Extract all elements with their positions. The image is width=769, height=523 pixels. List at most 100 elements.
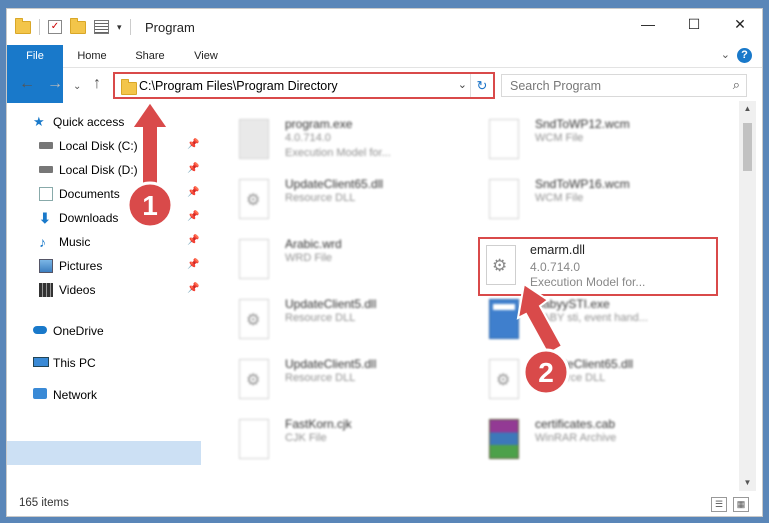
- dll-gear-icon: [486, 245, 516, 285]
- file-description: Execution Model for...: [285, 147, 391, 159]
- file-name: program.exe: [285, 117, 353, 131]
- list-item[interactable]: Arabic.wrd WRD File: [215, 233, 445, 291]
- search-placeholder: Search Program: [510, 79, 602, 93]
- details-view-icon[interactable]: ☰: [711, 497, 727, 512]
- forward-button[interactable]: →: [47, 75, 63, 93]
- file-description: Execution Model for...: [530, 275, 646, 289]
- file-type: WCM File: [535, 132, 584, 144]
- sidebar-item-label: Pictures: [59, 259, 103, 273]
- file-name: UpdateClient65.dll: [285, 177, 384, 191]
- search-icon[interactable]: ⌕: [733, 77, 740, 93]
- star-icon: ★: [33, 114, 45, 129]
- sidebar-item-label: Local Disk (D:): [59, 163, 138, 177]
- pin-icon[interactable]: 📌: [187, 259, 199, 270]
- list-item[interactable]: BabyySTI.exe BABY sti, event hand...: [465, 293, 695, 351]
- address-path[interactable]: C:\Program Files\Program Directory: [139, 79, 338, 93]
- file-type: WinRAR Archive: [535, 432, 617, 444]
- address-bar[interactable]: C:\Program Files\Program Directory ⌄ ↻: [113, 72, 495, 99]
- large-icons-view-icon[interactable]: ▦: [733, 497, 749, 512]
- item-count: 165 items: [19, 497, 69, 509]
- file-version: 4.0.714.0: [530, 260, 581, 274]
- navigation-bar: ← → ⌄ ↑ C:\Program Files\Program Directo…: [7, 69, 762, 101]
- quick-access-toolbar: ✓ ▾: [15, 17, 131, 35]
- pin-icon[interactable]: 📌: [187, 235, 199, 246]
- highlighted-file-emarm-dll[interactable]: emarm.dll 4.0.714.0 Execution Model for.…: [478, 237, 718, 296]
- list-item[interactable]: UpdateClient5.dll Resource DLL: [215, 353, 445, 411]
- file-name: emarm.dll: [530, 243, 585, 257]
- list-item[interactable]: program.exe 4.0.714.0 Execution Model fo…: [215, 113, 445, 171]
- properties-icon[interactable]: [94, 20, 109, 34]
- customize-toolbar-dropdown-icon[interactable]: ▾: [117, 22, 122, 33]
- sidebar-item-label: Network: [53, 388, 98, 402]
- file-type: Resource DLL: [535, 372, 606, 384]
- back-button[interactable]: ←: [19, 75, 35, 93]
- address-dropdown-icon[interactable]: ⌄: [458, 78, 467, 91]
- drive-icon: [39, 142, 53, 149]
- cloud-icon: [33, 326, 47, 334]
- close-button[interactable]: ✕: [717, 9, 763, 39]
- dll-gear-icon: [239, 179, 269, 219]
- list-item[interactable]: SndToWP16.wcm WCM File: [465, 173, 695, 231]
- folder-icon: [15, 17, 31, 34]
- list-item[interactable]: UpdateClient65.dll Resource DLL: [215, 173, 445, 231]
- vertical-scrollbar[interactable]: ▲ ▼: [739, 101, 756, 491]
- recent-locations-dropdown-icon[interactable]: ⌄: [73, 81, 81, 92]
- minimize-button[interactable]: —: [625, 9, 671, 39]
- pictures-icon: [39, 259, 53, 273]
- film-icon: [39, 283, 53, 297]
- search-input[interactable]: Search Program ⌕: [501, 74, 747, 97]
- navigation-pane: ★ Quick access Local Disk (C:) 📌 Local D…: [7, 107, 201, 487]
- scroll-up-arrow-icon[interactable]: ▲: [739, 101, 756, 117]
- tab-share[interactable]: Share: [125, 45, 175, 67]
- pin-icon[interactable]: 📌: [187, 283, 199, 294]
- sidebar-item-label: Downloads: [59, 211, 119, 225]
- file-name: FastKorn.cjk: [285, 417, 352, 431]
- file-name: certificates.cab: [535, 417, 616, 431]
- up-button[interactable]: ↑: [93, 75, 101, 93]
- scrollbar-thumb[interactable]: [743, 123, 752, 171]
- checkmark-icon[interactable]: ✓: [48, 20, 62, 34]
- sidebar-item-label: Documents: [59, 187, 120, 201]
- explorer-window: ✓ ▾ Program — ☐ ✕ File Home Share View ⌄…: [6, 8, 763, 517]
- pin-icon[interactable]: 📌: [187, 139, 199, 150]
- list-item[interactable]: FastKorn.cjk CJK File: [215, 413, 445, 471]
- sidebar-item-label: Videos: [59, 283, 96, 297]
- list-item[interactable]: certificates.cab WinRAR Archive: [465, 413, 695, 471]
- file-type: 4.0.714.0: [285, 132, 331, 144]
- new-folder-icon[interactable]: [70, 17, 86, 34]
- sidebar-item-label: This PC: [53, 356, 96, 370]
- sidebar-item-label: Music: [59, 235, 91, 249]
- tab-home[interactable]: Home: [67, 45, 117, 67]
- pin-icon[interactable]: 📌: [187, 163, 199, 174]
- file-name: SndToWP12.wcm: [535, 117, 630, 131]
- scroll-down-arrow-icon[interactable]: ▼: [739, 475, 756, 491]
- network-icon: [33, 388, 47, 399]
- pin-icon[interactable]: 📌: [187, 211, 199, 222]
- selected-item-highlight: [7, 441, 201, 465]
- toolbar-divider: [39, 19, 40, 35]
- toolbar-divider: [129, 19, 131, 35]
- tab-view[interactable]: View: [183, 45, 229, 67]
- maximize-button[interactable]: ☐: [671, 9, 717, 39]
- pin-icon[interactable]: 📌: [187, 187, 199, 198]
- blank-file-icon: [239, 239, 269, 279]
- dll-gear-icon: [239, 359, 269, 399]
- file-type: WRD File: [285, 252, 333, 264]
- download-arrow-icon: ⬇: [39, 210, 51, 226]
- refresh-button[interactable]: ↻: [470, 74, 493, 97]
- list-item[interactable]: SndToWP12.wcm WCM File: [465, 113, 695, 171]
- exe-window-icon: [489, 299, 519, 339]
- file-type: Resource DLL: [285, 192, 356, 204]
- help-icon[interactable]: ?: [737, 48, 752, 63]
- sidebar-item-label: Quick access: [53, 115, 125, 129]
- dll-gear-icon: [239, 299, 269, 339]
- file-name: UpdateClient5.dll: [285, 357, 377, 371]
- blank-file-icon: [239, 419, 269, 459]
- list-item[interactable]: UpdateClient5.dll Resource DLL: [215, 293, 445, 351]
- expand-ribbon-chevron-icon[interactable]: ⌄: [721, 48, 730, 61]
- file-type: WCM File: [535, 192, 584, 204]
- sidebar-item-label: OneDrive: [53, 324, 104, 338]
- list-item[interactable]: UpdateClient65.dll Resource DLL: [465, 353, 695, 411]
- music-note-icon: ♪: [39, 234, 46, 250]
- file-name: BabyySTI.exe: [535, 297, 610, 311]
